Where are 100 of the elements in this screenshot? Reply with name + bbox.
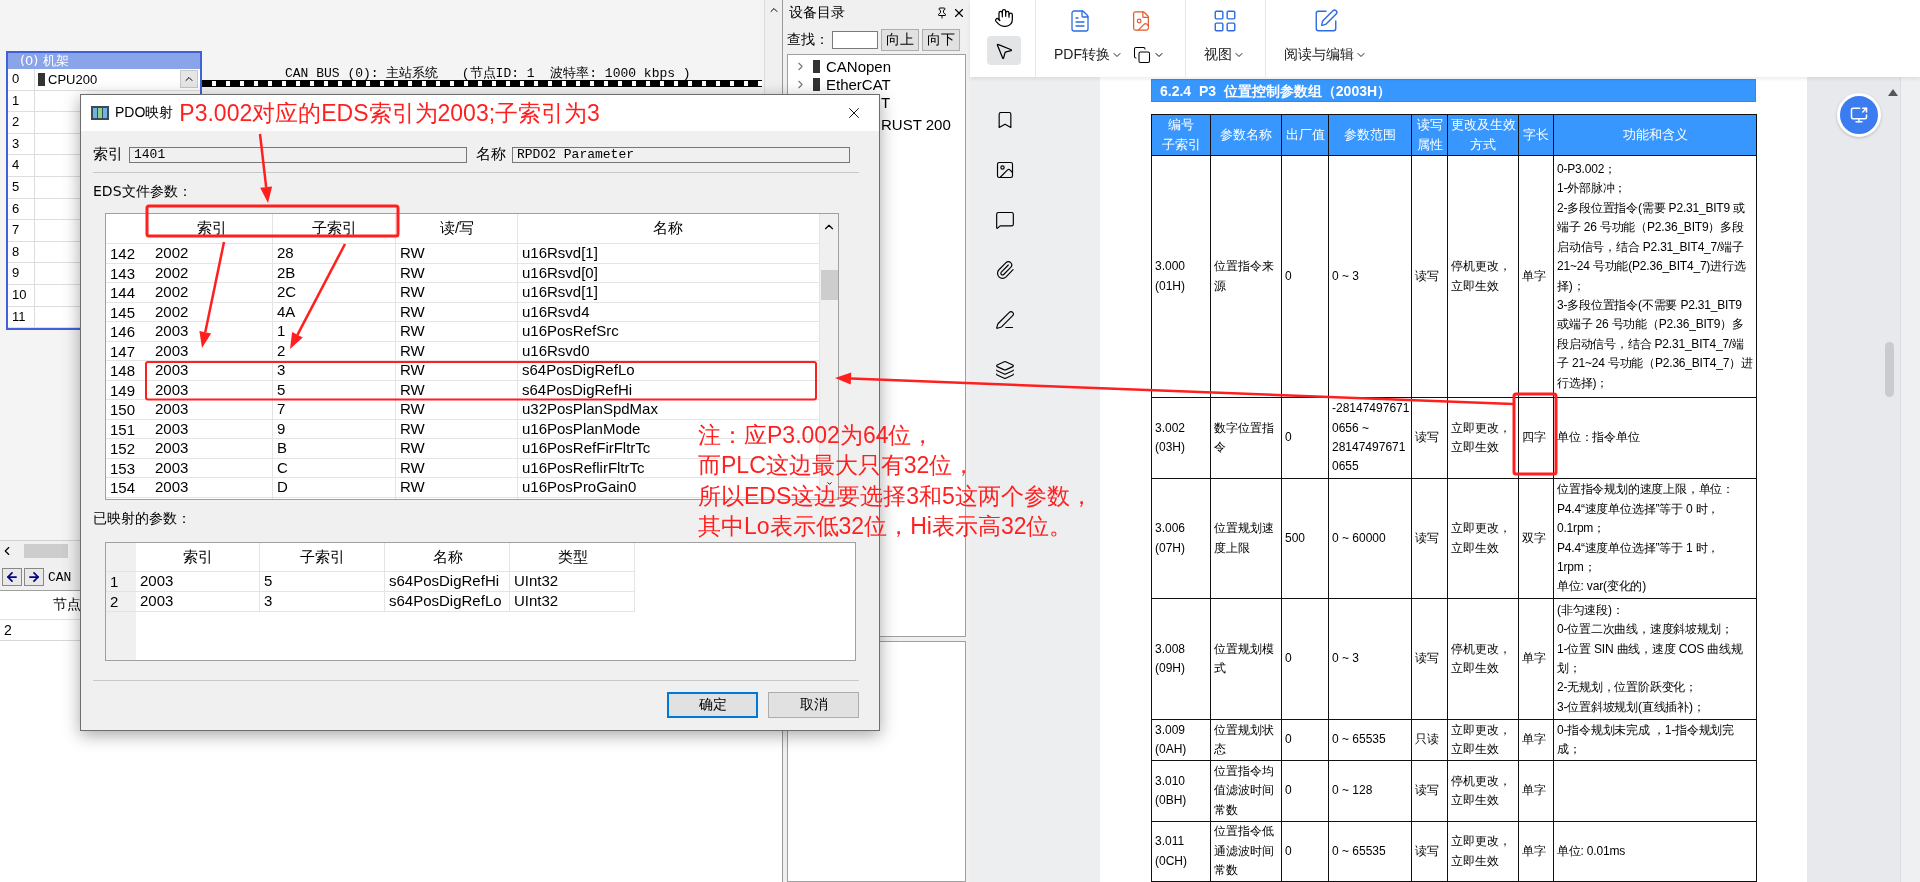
table-cell[interactable]: u16Rsvd[1] [522,244,598,261]
table-cell[interactable]: 2003 [155,478,189,495]
floating-button[interactable] [1837,93,1881,137]
search-button[interactable]: 向下 [922,29,960,51]
table-cell[interactable]: s64PosDigRefHi [522,380,633,398]
comment-icon[interactable] [995,210,1015,230]
column-header[interactable]: 索引 [197,219,227,238]
table-cell[interactable]: 2002 [155,302,189,320]
pin-icon[interactable] [936,7,948,19]
name-field[interactable]: RPDO2 Parameter [512,146,850,163]
table-cell[interactable]: D [277,478,288,495]
pen-icon[interactable] [995,310,1015,330]
column-header[interactable]: 索引 [183,547,213,567]
table-cell[interactable]: u16PosProGain0 [522,478,637,495]
table-cell[interactable]: u16Rsvd0 [522,341,590,359]
table-cell[interactable]: u16Rsvd[1] [522,283,598,300]
tree-item[interactable]: CANopen [826,57,892,75]
table-cell[interactable]: 2003 [155,380,189,398]
table-cell[interactable]: 2003 [155,361,189,378]
table-cell[interactable]: RW [400,361,425,378]
table-cell[interactable]: 2C [277,283,297,300]
table-cell[interactable]: u16PosPlanMode [522,419,641,437]
table-cell[interactable]: u16Rsvd4 [522,302,590,320]
tree-item[interactable]: RUST 200 [881,115,951,133]
table-cell[interactable]: u16PosRefFirFltrTc [522,439,651,456]
table-cell[interactable]: 2003 [155,400,189,417]
menu-button[interactable]: 阅读与编辑 [1284,46,1367,64]
table-cell[interactable]: RW [400,400,425,417]
table-cell[interactable]: 3 [264,592,273,609]
table-cell[interactable]: 2 [277,341,286,359]
table-cell[interactable]: RW [400,302,425,320]
table-cell[interactable]: 2003 [155,341,189,359]
close-icon[interactable] [952,6,966,20]
search-button[interactable]: 向上 [881,29,919,51]
column-header[interactable]: 子索引 [312,219,357,238]
index-field[interactable]: 1401 [129,146,467,163]
table-cell[interactable]: RW [400,322,425,339]
scrollbar-thumb[interactable] [24,544,68,558]
table-cell[interactable]: 1 [277,322,286,339]
table-cell[interactable]: s64PosDigRefLo [389,592,502,609]
menu-button[interactable]: PDF转换 [1054,46,1123,64]
table-cell[interactable]: C [277,458,288,476]
scroll-up-icon[interactable] [1888,89,1898,96]
table-cell[interactable]: 7 [277,400,286,417]
table-cell[interactable]: 2003 [155,322,189,339]
column-header[interactable]: 子索引 [300,547,345,567]
table-cell[interactable]: RW [400,244,425,261]
table-cell[interactable]: s64PosDigRefHi [389,572,500,589]
cancel-button[interactable]: 取消 [768,692,859,718]
search-field[interactable] [832,31,878,49]
table-cell[interactable]: s64PosDigRefLo [522,361,635,378]
table-cell[interactable]: 3 [277,361,286,378]
table-cell[interactable]: 2002 [155,263,189,281]
table-cell[interactable]: 28 [277,244,294,261]
table-cell[interactable]: 2002 [155,244,189,261]
table-cell[interactable]: RW [400,439,425,456]
table-cell[interactable]: 5 [264,572,273,589]
table-cell[interactable]: 9 [277,419,286,437]
scrollbar-thumb[interactable] [820,270,838,300]
table-cell[interactable]: RW [400,341,425,359]
scrollbar-thumb[interactable] [1885,342,1894,397]
forward-button[interactable] [24,568,44,586]
table-cell[interactable]: 2003 [155,458,189,476]
ok-button[interactable]: 确定 [667,692,758,718]
tool-button[interactable] [987,36,1021,65]
table-cell[interactable]: RW [400,458,425,476]
table-cell[interactable]: RW [400,380,425,398]
module-cell[interactable]: CPU200 [34,69,200,90]
table-cell[interactable]: RW [400,263,425,281]
tree-item[interactable]: EtherCAT [826,75,891,93]
table-cell[interactable]: u16PosRefSrc [522,322,619,339]
table-cell[interactable]: u16Rsvd[0] [522,263,598,281]
table-cell[interactable]: 5 [277,380,286,398]
image-icon[interactable] [995,160,1015,180]
paperclip-icon[interactable] [995,260,1015,280]
layers-icon[interactable] [995,360,1015,380]
scroll-up-button[interactable] [180,70,198,89]
table-cell[interactable]: UInt32 [514,572,559,589]
table-cell[interactable]: u16PosReflirFltrTc [522,458,645,476]
column-header[interactable]: 类型 [557,547,588,567]
menu-button[interactable]: 视图 [1204,46,1245,64]
back-button[interactable] [2,568,22,586]
column-header[interactable]: 名称 [653,219,683,238]
table-cell[interactable]: 4A [277,302,296,320]
table-cell[interactable]: RW [400,478,425,495]
table-cell[interactable]: 2003 [140,592,174,609]
table-cell[interactable]: 2002 [155,283,189,300]
column-header[interactable]: 读/写 [439,219,475,238]
table-cell[interactable]: 2003 [140,572,174,589]
table-cell[interactable]: UInt32 [514,592,559,609]
column-header[interactable]: 名称 [432,547,463,567]
table-cell[interactable]: 2003 [155,439,189,456]
table-cell[interactable]: u32PosPlanSpdMax [522,400,658,417]
table-cell[interactable]: RW [400,283,425,300]
table-cell[interactable]: B [277,439,287,456]
table-cell[interactable]: RW [400,419,425,437]
scrollbar-track[interactable] [1900,77,1920,882]
table-cell[interactable]: 2B [277,263,296,281]
table-cell[interactable]: 2003 [155,419,189,437]
copy-menu-button[interactable] [1133,46,1165,64]
